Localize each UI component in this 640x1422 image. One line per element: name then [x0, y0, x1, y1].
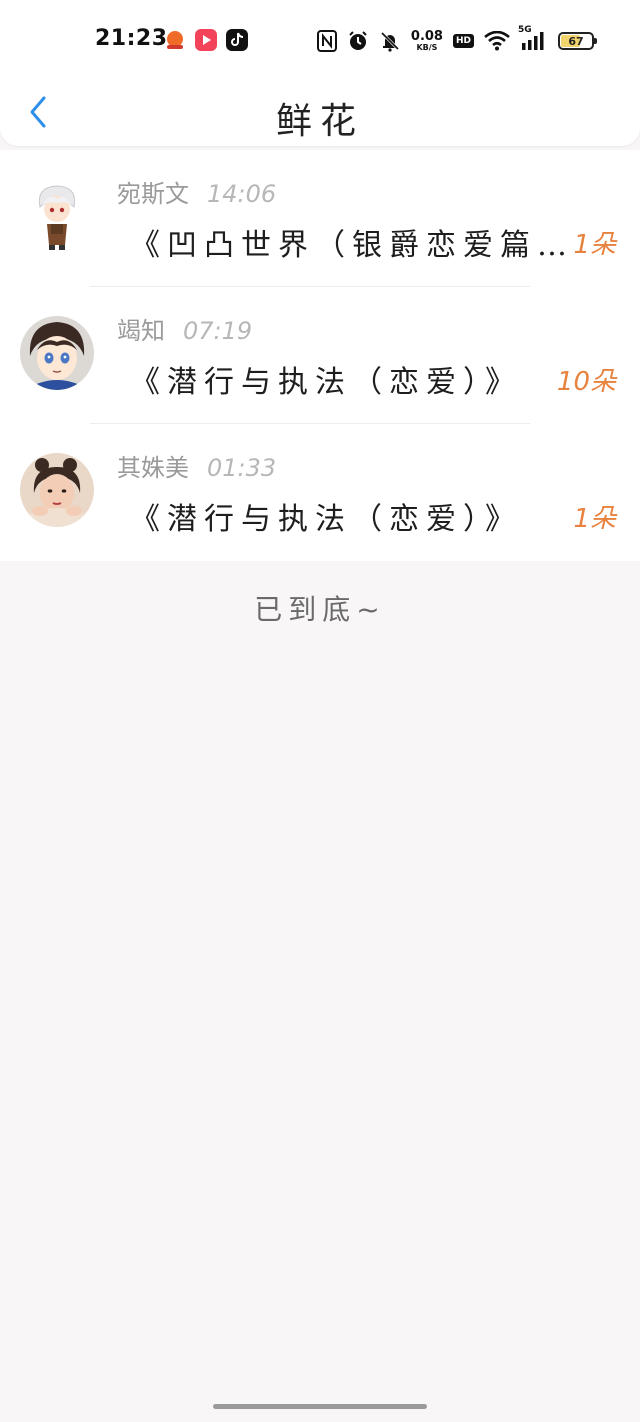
status-bar: 21:23 0.08 KB/S HD 5G 67	[0, 0, 640, 80]
book-title: 《潜行与执法（恋爱）》	[130, 502, 522, 537]
status-icons: 0.08 KB/S HD 5G 67	[316, 24, 597, 58]
sender-meta: 宛斯文 14:06	[117, 174, 276, 209]
sender-meta: 其姝美 01:33	[117, 448, 276, 483]
video-app-icon	[195, 29, 217, 51]
battery-indicator: 67	[558, 32, 597, 50]
battery-level: 67	[568, 34, 584, 48]
book-title: 《潜行与执法（恋爱）》	[130, 365, 522, 400]
network-speed-unit: KB/S	[416, 43, 438, 52]
list-item[interactable]: 宛斯文 14:06 《凹凸世界（银爵恋爱篇… 1朵	[0, 150, 640, 287]
flower-gift-list: 宛斯文 14:06 《凹凸世界（银爵恋爱篇… 1朵 竭知 07:19 《潜行与执法（…	[0, 150, 640, 561]
nav-bar: 鲜花	[0, 80, 640, 146]
tiktok-icon	[226, 29, 248, 51]
network-speed-value: 0.08	[410, 29, 443, 44]
page-title: 鲜花	[275, 101, 364, 142]
avatar	[20, 179, 94, 253]
flower-count: 1朵	[573, 230, 616, 260]
cellular-signal-icon: 5G	[518, 25, 548, 51]
list-item[interactable]: 竭知 07:19 《潜行与执法（恋爱）》 10朵	[0, 287, 640, 424]
alarm-icon	[347, 30, 369, 52]
nfc-icon	[316, 30, 337, 52]
flower-count: 1朵	[573, 504, 616, 534]
list-item[interactable]: 其姝美 01:33 《潜行与执法（恋爱）》 1朵	[0, 424, 640, 561]
mute-bell-icon	[379, 30, 401, 52]
status-time: 21:23	[95, 26, 168, 51]
home-indicator[interactable]	[213, 1404, 427, 1409]
send-time: 07:19	[183, 317, 253, 345]
send-time: 14:06	[207, 180, 277, 208]
hd-badge: HD	[452, 34, 474, 48]
sender-name: 宛斯文	[117, 180, 189, 208]
avatar	[20, 316, 94, 390]
wifi-icon	[484, 31, 510, 51]
flower-count: 10朵	[556, 367, 616, 397]
network-speed: 0.08 KB/S	[411, 30, 443, 52]
send-time: 01:33	[207, 454, 277, 482]
sender-name: 其姝美	[117, 454, 189, 482]
app-notification-icon	[164, 29, 186, 51]
book-title: 《凹凸世界（银爵恋爱篇…	[130, 228, 570, 263]
sender-name: 竭知	[117, 317, 165, 345]
avatar	[20, 453, 94, 527]
network-type: 5G	[518, 25, 532, 35]
end-of-list-text: 已到底~	[254, 593, 386, 626]
sender-meta: 竭知 07:19	[117, 311, 252, 346]
